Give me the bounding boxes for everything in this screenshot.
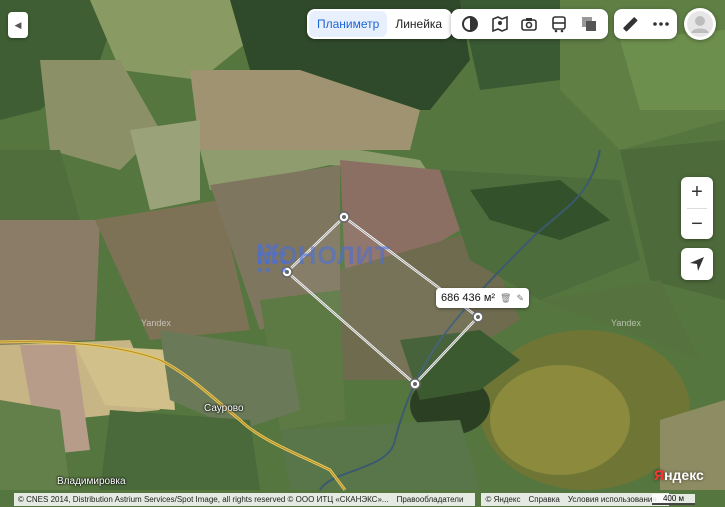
copyright-segment: © CNES 2014, Distribution Astrium Servic… [14,493,476,506]
panorama-icon [491,15,508,33]
tab-planimeter[interactable]: Планиметр [309,11,388,37]
trash-icon[interactable]: 🗑 [500,293,511,304]
tab-ruler[interactable]: Линейка [387,11,450,37]
tools-toolbar [614,9,677,39]
layers-icon [461,16,478,32]
brand-watermark: МОНОЛИТ [256,242,391,273]
user-avatar-button[interactable] [684,8,716,40]
user-icon [687,11,713,37]
map-watermark: Yandex [141,318,171,328]
zoom-in-button[interactable]: + [681,177,713,208]
transport-button[interactable] [546,11,572,37]
stack-icon [582,17,597,31]
transport-icon [552,16,567,33]
copyright-text: © CNES 2014, Distribution Astrium Servic… [18,495,389,504]
satellite-map[interactable]: МОНОЛИТ Yandex Yandex Саурово Владимиров… [0,0,725,507]
yandex-copyright: © Яндекс [485,495,521,504]
map-watermark: Yandex [611,318,641,328]
ruler-icon [623,17,638,32]
navigation-arrow-icon [690,257,704,271]
terms-link[interactable]: Условия использования [568,495,657,504]
chevron-left-icon: ◀ [14,19,22,30]
village-label: Саурово [204,403,244,414]
locate-me-button[interactable] [681,248,713,280]
brand-dots-icon [257,243,287,273]
zoom-control: + − [681,177,713,239]
yandex-links-segment: © Яндекс Справка Условия использования [481,493,669,506]
map-type-button[interactable] [576,11,602,37]
map-scale: 400 м [652,494,695,505]
yandex-logo: Яндекс [654,467,704,483]
area-value: 686 436 м² [441,292,496,304]
village-label: Владимировка [57,476,126,487]
more-icon [653,22,670,26]
attribution-bar: © CNES 2014, Distribution Astrium Servic… [0,492,725,507]
camera-icon [521,18,538,31]
layers-toolbar [451,9,608,39]
edit-icon[interactable]: ✎ [516,293,524,304]
help-link[interactable]: Справка [528,495,559,504]
photos-button[interactable] [516,11,542,37]
panorama-button[interactable] [487,11,513,37]
measure-mode-tabs: Планиметр Линейка [307,9,453,39]
zoom-out-button[interactable]: − [681,209,713,240]
ruler-button[interactable] [617,11,643,37]
collapse-sidebar-button[interactable]: ◀ [8,12,28,38]
area-measurement-label: 686 436 м² 🗑 ✎ [436,288,530,308]
more-button[interactable] [648,11,674,37]
layers-button[interactable] [457,11,483,37]
rights-holders-link[interactable]: Правообладатели [397,495,464,504]
